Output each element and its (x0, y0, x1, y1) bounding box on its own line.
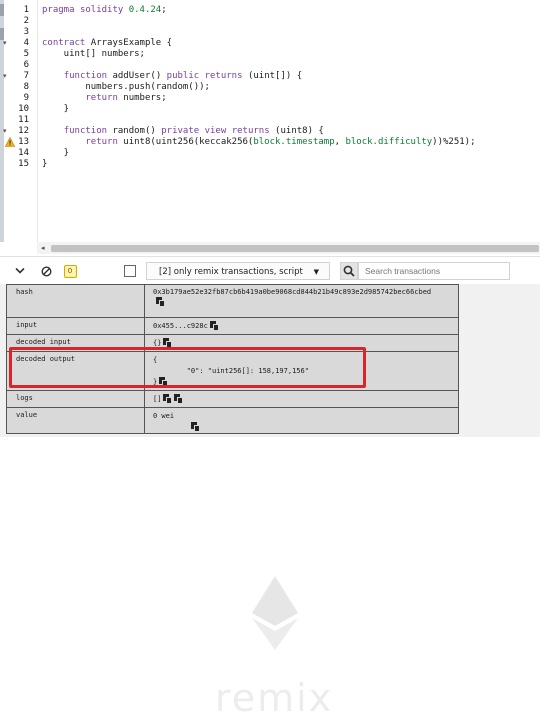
value-value: 0 wei (153, 412, 175, 420)
scroll-left-arrow-icon[interactable]: ◂ (41, 242, 45, 254)
row-key: decoded input (7, 335, 145, 351)
line-number: 12 (18, 126, 29, 136)
line-number: 5 (23, 49, 29, 59)
warning-icon[interactable] (5, 137, 15, 147)
input-value: 0x455...c928c (153, 322, 208, 330)
copy-icon[interactable] (159, 377, 169, 387)
row-value: 0x3b179ae52e32fb87cb6b419a0be9068cd844b2… (146, 285, 458, 317)
code-line: } (42, 104, 70, 114)
line-number: 15 (18, 159, 29, 169)
row-value: {} (146, 335, 458, 351)
table-row: decoded output { "0": "uint256[]: 158,19… (7, 352, 458, 391)
fold-chevron-icon[interactable]: ▾ (3, 71, 7, 82)
listen-network-checkbox[interactable] (124, 265, 136, 277)
table-row: logs [] (7, 391, 458, 408)
decoded-input-value: {} (153, 339, 162, 347)
search-transactions-input[interactable] (358, 262, 510, 280)
pending-transactions-counter[interactable]: 0 (62, 263, 78, 279)
search-icon (343, 265, 355, 277)
scrollbar-thumb[interactable] (51, 245, 539, 252)
table-row: hash 0x3b179ae52e32fb87cb6b419a0be9068cd… (7, 285, 458, 318)
line-number: 7 (23, 71, 29, 81)
code-editor[interactable]: 1 2 3 4 ▾ 5 6 7 ▾ 8 9 10 11 12 ▾ 13 14 1… (0, 0, 540, 242)
line-number: 1 (23, 5, 29, 15)
code-line: numbers.push(random()); (42, 82, 210, 92)
row-key: hash (7, 285, 145, 317)
fold-chevron-icon[interactable]: ▾ (3, 38, 7, 49)
code-line: function addUser() public returns (uint[… (63, 71, 303, 81)
copy-icon[interactable] (191, 422, 200, 432)
table-row: decoded input {} (7, 335, 458, 352)
line-number: 11 (18, 115, 29, 125)
row-key: input (7, 318, 145, 334)
code-line: pragma solidity 0.4.24; (42, 5, 167, 15)
row-key: value (7, 408, 145, 433)
line-number: 4 (23, 38, 29, 48)
line-number: 14 (18, 148, 29, 158)
copy-icon[interactable] (163, 394, 173, 404)
hash-value: 0x3b179ae52e32fb87cb6b419a0be9068cd844b2… (153, 288, 432, 296)
code-line: } (42, 159, 48, 169)
collapse-terminal-chevron-icon[interactable] (12, 263, 28, 279)
decoded-output-line: "0": "uint256[]: 158,197,156" (153, 367, 309, 375)
transaction-details-table: hash 0x3b179ae52e32fb87cb6b419a0be9068cd… (6, 284, 459, 434)
terminal-panel: remix hash 0x3b179ae52e32fb87cb6b419a0be… (0, 284, 540, 720)
logs-value: [] (153, 395, 162, 403)
filter-selected-value: [2] only remix transactions, script (159, 267, 303, 277)
row-value: { "0": "uint256[]: 158,197,156"} (146, 352, 458, 390)
line-number: 10 (18, 104, 29, 114)
remix-watermark-text: remix (215, 676, 334, 720)
code-line: return uint8(uint256(keccak256(block.tim… (85, 137, 476, 147)
code-line: function random() private view returns (… (63, 126, 324, 136)
row-key: logs (7, 391, 145, 407)
search-button[interactable] (340, 262, 358, 280)
row-key: decoded output (7, 352, 145, 390)
code-line: uint[] numbers; (42, 49, 145, 59)
table-row: input 0x455...c928c (7, 318, 458, 335)
clear-console-icon[interactable] (38, 263, 54, 279)
copy-icon[interactable] (163, 338, 173, 348)
row-value: 0 wei (146, 408, 458, 433)
line-number: 2 (23, 16, 29, 26)
copy-icon[interactable] (156, 297, 165, 307)
line-number: 6 (23, 60, 29, 70)
line-number: 8 (23, 82, 29, 92)
horizontal-scrollbar[interactable]: ◂ (37, 242, 540, 254)
pending-count-badge: 0 (63, 264, 77, 278)
line-number-gutter: 1 2 3 4 ▾ 5 6 7 ▾ 8 9 10 11 12 ▾ 13 14 1… (3, 0, 37, 242)
code-line: } (42, 148, 70, 158)
code-line: return numbers; (85, 93, 167, 103)
code-area[interactable]: pragma solidity 0.4.24; contract ArraysE… (37, 0, 540, 242)
copy-icon[interactable] (209, 321, 219, 331)
fold-chevron-icon[interactable]: ▾ (3, 126, 7, 137)
ethereum-logo-watermark (252, 576, 298, 650)
copy-icon[interactable] (174, 394, 184, 404)
row-value: [] (146, 391, 458, 407)
line-number: 3 (23, 27, 29, 37)
transaction-filter-select[interactable]: [2] only remix transactions, script ▼ (146, 262, 330, 280)
code-line: contract ArraysExample { (42, 38, 173, 48)
decoded-output-line: } (153, 377, 458, 388)
table-row: value 0 wei (7, 408, 458, 433)
row-value: 0x455...c928c (146, 318, 458, 334)
dropdown-caret-icon: ▼ (313, 268, 319, 276)
decoded-output-line: { (153, 356, 158, 364)
terminal-toolbar: 0 [2] only remix transactions, script ▼ (0, 256, 540, 285)
line-number: 9 (23, 93, 29, 103)
